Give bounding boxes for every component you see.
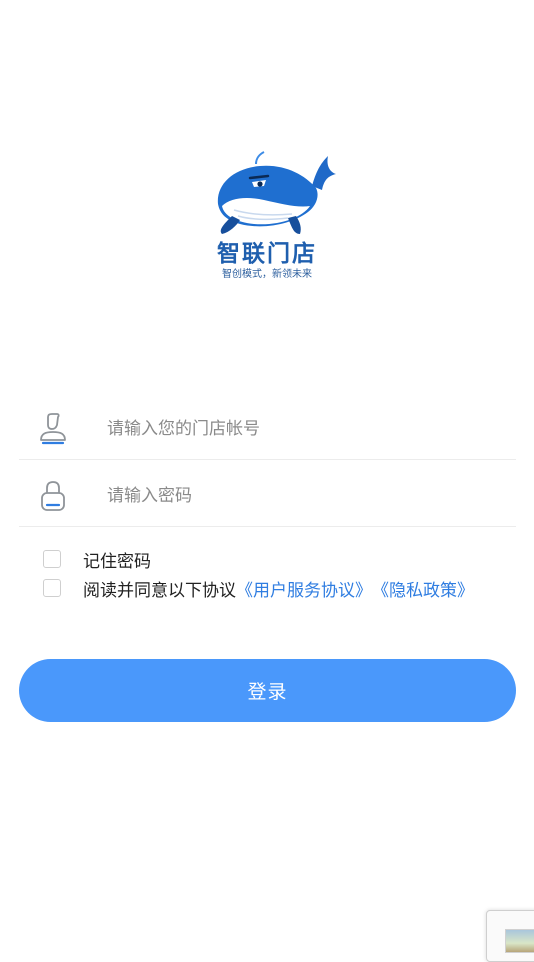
privacy-policy-link[interactable]: 《隐私政策》 (372, 576, 474, 601)
lock-icon (41, 481, 65, 511)
password-input[interactable] (107, 478, 487, 514)
password-field (19, 460, 516, 527)
account-input[interactable] (107, 411, 487, 447)
user-agreement-link[interactable]: 《用户服务协议》 (236, 576, 372, 601)
brand-logo: 智联门店 智创模式，新领未来 (0, 150, 534, 285)
agreement-checkbox[interactable] (43, 579, 61, 597)
brand-name: 智联门店 (217, 241, 317, 267)
remember-password-row: 记住密码 (43, 547, 151, 572)
agreement-row: 阅读并同意以下协议 《用户服务协议》 《隐私政策》 (43, 576, 474, 601)
remember-password-checkbox[interactable] (43, 550, 61, 568)
brand-slogan: 智创模式，新领未来 (222, 269, 312, 280)
agreement-label: 阅读并同意以下协议 (83, 580, 236, 601)
remember-password-label[interactable]: 记住密码 (83, 547, 151, 572)
whale-logo-icon (217, 151, 336, 234)
user-icon (40, 413, 66, 445)
account-field (19, 393, 516, 460)
preview-thumbnail (505, 929, 534, 953)
floating-preview-widget[interactable] (486, 910, 534, 962)
login-button[interactable]: 登录 (19, 659, 516, 722)
